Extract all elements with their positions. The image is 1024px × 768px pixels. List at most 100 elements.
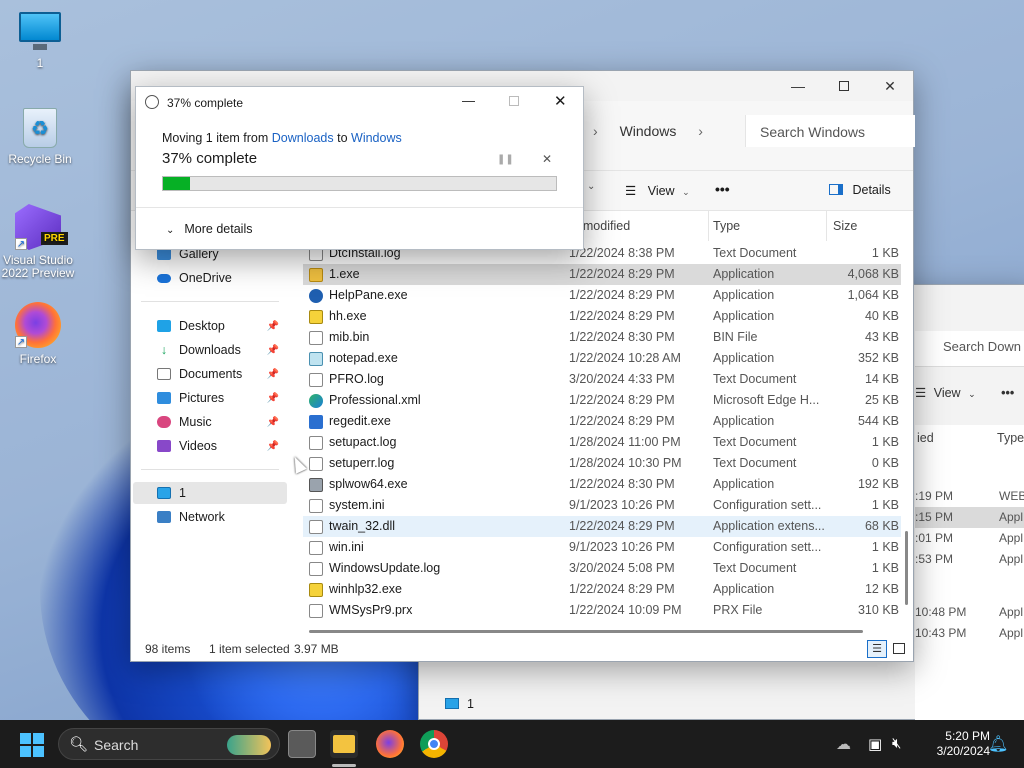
nav-item-onedrive[interactable]: OneDrive: [157, 267, 232, 289]
file-date: 1/22/2024 8:29 PM: [569, 267, 675, 281]
maximize-button[interactable]: [821, 71, 867, 101]
details-view-icon[interactable]: ☰: [867, 640, 887, 658]
close-button[interactable]: ✕: [554, 92, 567, 110]
desktop-icon-visual-studio[interactable]: PRE ↗ Visual Studio 2022 Preview: [0, 204, 76, 280]
table-row[interactable]: WMSysPr9.prx 1/22/2024 10:09 PM PRX File 31…: [303, 600, 901, 621]
nav-item-videos[interactable]: Videos 📌: [157, 435, 287, 457]
table-row[interactable]: setuperr.log 1/28/2024 10:30 PM Text Docum…: [303, 453, 901, 474]
tiles-view-icon[interactable]: [893, 643, 905, 654]
breadcrumb-current[interactable]: Windows: [620, 123, 677, 139]
more-options-button[interactable]: •••: [715, 181, 730, 197]
table-row[interactable]: regedit.exe 1/22/2024 8:29 PM Application 5…: [303, 411, 901, 432]
horizontal-scrollbar[interactable]: [309, 630, 863, 633]
network-offline-icon[interactable]: ☁: [836, 735, 851, 753]
nav-item-this-pc[interactable]: 1: [157, 482, 186, 504]
file-size: 1 KB: [871, 435, 899, 449]
pin-icon[interactable]: 📌: [267, 393, 279, 404]
desktop-icon-recycle-bin[interactable]: ♻ Recycle Bin: [2, 108, 78, 166]
breadcrumb[interactable]: › Windows ›: [593, 123, 703, 139]
nav-item-downloads[interactable]: ↓ Downloads 📌: [157, 339, 287, 361]
table-row[interactable]: :01 PM Appl: [915, 531, 1024, 545]
notification-bell-icon[interactable]: 🔔︎: [988, 734, 1008, 754]
table-row[interactable]: mib.bin 1/22/2024 8:30 PM BIN File 43 KB: [303, 327, 901, 348]
minimize-button[interactable]: —: [462, 93, 475, 108]
table-row[interactable]: system.ini 9/1/2023 10:26 PM Configuration…: [303, 495, 901, 516]
monitor-icon: [19, 12, 61, 50]
task-view-icon[interactable]: [288, 730, 316, 758]
view-button[interactable]: ☰ View ⌄: [625, 183, 690, 198]
cancel-button[interactable]: ✕: [542, 152, 552, 166]
file-name: notepad.exe: [329, 351, 398, 365]
taskbar-search[interactable]: 🔍︎ Search: [58, 728, 280, 760]
more-icon[interactable]: •••: [1001, 386, 1014, 400]
nav-item-desktop[interactable]: Desktop 📌: [157, 315, 287, 337]
table-row[interactable]: win.ini 9/1/2023 10:26 PM Configuration se…: [303, 537, 901, 558]
file-type: Configuration sett...: [713, 498, 822, 512]
table-row[interactable]: Professional.xml 1/22/2024 8:29 PM Microso…: [303, 390, 901, 411]
nav-item-music[interactable]: Music 📌: [157, 411, 287, 433]
file-move-progress-dialog[interactable]: 37% complete — ✕ Moving 1 item from Down…: [135, 86, 584, 250]
nav-item-label: Music: [179, 415, 212, 429]
chrome-taskbar-icon[interactable]: [420, 730, 448, 758]
close-button[interactable]: ✕: [867, 71, 913, 101]
nav-item-network[interactable]: Network: [157, 506, 225, 528]
table-row[interactable]: :15 PM Appl: [915, 507, 1024, 528]
firefox-taskbar-icon[interactable]: [376, 730, 404, 758]
table-row[interactable]: WindowsUpdate.log 3/20/2024 5:08 PM Text D…: [303, 558, 901, 579]
table-row[interactable]: setupact.log 1/28/2024 11:00 PM Text Docum…: [303, 432, 901, 453]
more-details-label: More details: [184, 222, 253, 236]
table-row[interactable]: :19 PM WEB: [915, 489, 1024, 503]
breadcrumb-chevron-icon[interactable]: ›: [698, 123, 703, 139]
column-header-modified[interactable]: ied: [917, 431, 934, 445]
background-search-input[interactable]: Search Down: [915, 331, 1024, 367]
table-row[interactable]: twain_32.dll 1/22/2024 8:29 PM Application…: [303, 516, 901, 537]
start-button[interactable]: [20, 733, 44, 757]
table-row[interactable]: winhlp32.exe 1/22/2024 8:29 PM Application…: [303, 579, 901, 600]
background-nav-item-this-pc[interactable]: 1: [445, 697, 474, 711]
nav-item-pictures[interactable]: Pictures 📌: [157, 387, 287, 409]
source-folder-link[interactable]: Downloads: [272, 131, 334, 145]
desktop-icon-firefox[interactable]: ↗ Firefox: [0, 302, 76, 366]
search-input[interactable]: Search Windows: [745, 115, 915, 147]
pin-icon[interactable]: 📌: [267, 369, 279, 380]
network-icon[interactable]: ▣: [868, 735, 882, 753]
column-header-type[interactable]: Type: [713, 211, 827, 241]
column-header-type[interactable]: Type: [997, 431, 1024, 445]
details-pane-button[interactable]: Details: [829, 183, 891, 197]
breadcrumb-chevron-icon: ›: [593, 123, 598, 139]
chevron-down-icon: ⌄: [682, 187, 690, 197]
vertical-scrollbar[interactable]: [905, 531, 908, 605]
volume-muted-icon[interactable]: 🔇︎: [892, 735, 901, 752]
background-view-button[interactable]: ☰ View ⌄ •••: [915, 385, 1014, 400]
table-row[interactable]: hh.exe 1/22/2024 8:29 PM Application 40 KB: [303, 306, 901, 327]
pin-icon[interactable]: 📌: [267, 417, 279, 428]
table-row[interactable]: 10:43 PM Appl: [915, 626, 1024, 640]
table-row[interactable]: 1.exe 1/22/2024 8:29 PM Application 4,068 K…: [303, 264, 901, 285]
column-header-modified[interactable]: te modified: [569, 211, 709, 241]
windows-logo-icon-part: [20, 746, 31, 757]
nav-item-documents[interactable]: Documents 📌: [157, 363, 287, 385]
pin-icon[interactable]: 📌: [267, 321, 279, 332]
file-explorer-taskbar-button[interactable]: [330, 730, 358, 767]
file-size: 14 KB: [864, 372, 899, 386]
minimize-button[interactable]: —: [775, 71, 821, 101]
clock[interactable]: 5:20 PM 3/20/2024: [930, 729, 990, 759]
table-row[interactable]: PFRO.log 3/20/2024 4:33 PM Text Document 14…: [303, 369, 901, 390]
table-row[interactable]: :53 PM Appl: [915, 552, 1024, 566]
desktop-icon-this-pc[interactable]: 1: [2, 12, 78, 70]
pin-icon[interactable]: 📌: [267, 441, 279, 452]
file-size: 310 KB: [857, 603, 899, 617]
destination-folder-link[interactable]: Windows: [351, 131, 402, 145]
pin-icon[interactable]: 📌: [267, 345, 279, 356]
dialog-title-bar[interactable]: 37% complete — ✕: [136, 87, 583, 117]
table-row[interactable]: HelpPane.exe 1/22/2024 8:29 PM Application…: [303, 285, 901, 306]
table-row[interactable]: 10:48 PM Appl: [915, 605, 1024, 619]
pause-button[interactable]: ❚❚: [497, 154, 514, 165]
more-details-button[interactable]: ⌄ More details: [166, 222, 252, 236]
table-row[interactable]: notepad.exe 1/22/2024 10:28 AM Application…: [303, 348, 901, 369]
table-row[interactable]: splwow64.exe 1/22/2024 8:30 PM Application…: [303, 474, 901, 495]
chevron-down-icon[interactable]: ⌄: [587, 181, 595, 192]
column-header-size[interactable]: Size: [833, 211, 899, 241]
notepad-icon: [309, 352, 323, 366]
video-icon: [157, 440, 171, 452]
